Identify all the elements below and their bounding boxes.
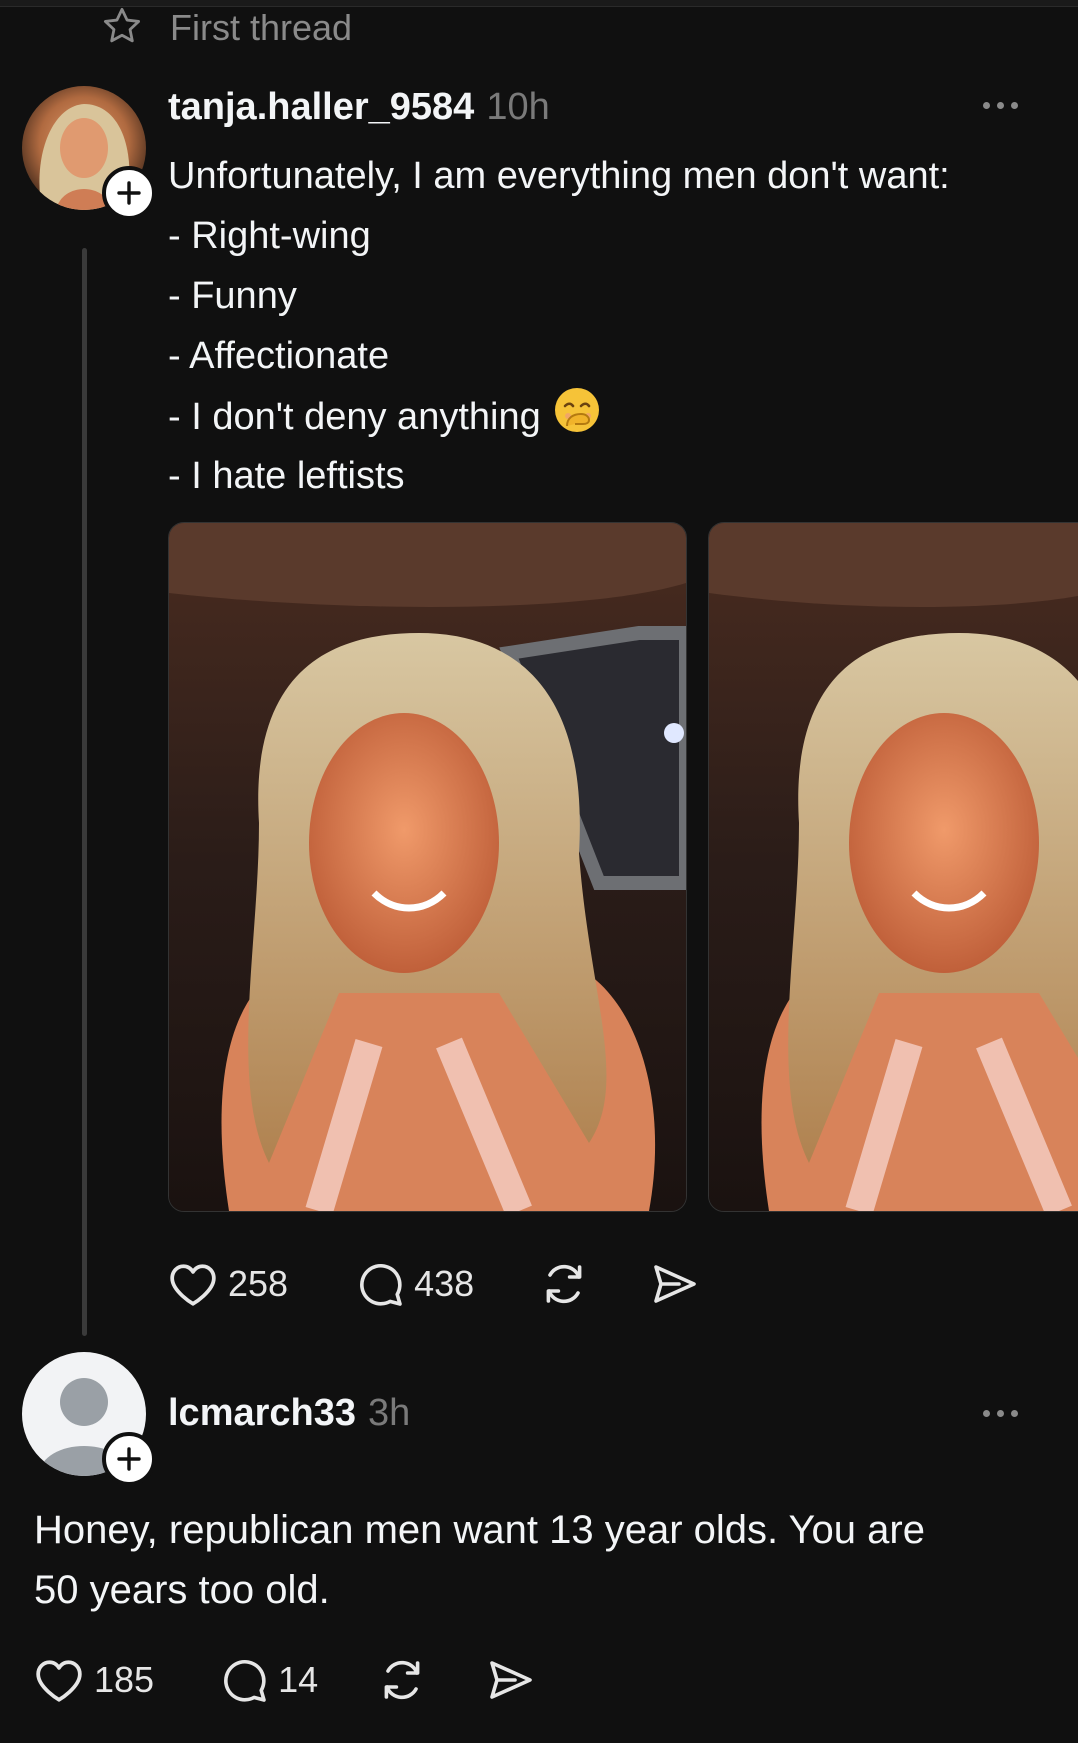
reply-timestamp: 3h (368, 1392, 411, 1434)
reply-repost-button[interactable] (378, 1656, 426, 1704)
like-count: 258 (228, 1263, 289, 1304)
share-icon (490, 1661, 532, 1699)
heart-icon (36, 1660, 82, 1702)
heart-icon (170, 1264, 216, 1306)
post-line: - I hate leftists (168, 455, 405, 497)
post-more-icon[interactable] (983, 102, 1018, 109)
post-photo-2[interactable] (708, 522, 1078, 1212)
post-timestamp: 10h (486, 86, 550, 128)
reply-text: Honey, republican men want 13 year olds.… (34, 1500, 1034, 1620)
post-line: - Right-wing (168, 215, 371, 257)
post-line-with-emoji: - I don't deny anything (168, 386, 950, 446)
like-button[interactable]: 258 (168, 1261, 288, 1307)
follow-reply-author-button[interactable] (102, 1432, 156, 1486)
thread-connector-line (82, 248, 87, 1336)
reply-like-button[interactable]: 185 (34, 1657, 154, 1703)
reply-share-button[interactable] (486, 1657, 534, 1703)
face-with-hand-over-mouth-icon (553, 386, 601, 452)
repost-icon (384, 1660, 420, 1700)
reply-count: 438 (414, 1263, 475, 1304)
post-line: - Funny (168, 275, 297, 317)
repost-icon (546, 1264, 582, 1304)
plus-icon (117, 181, 141, 205)
share-icon (654, 1265, 696, 1303)
reply-header: lcmarch33 3h (168, 1392, 410, 1435)
reply-actions: 185 14 (34, 1656, 534, 1704)
post-line: - Affectionate (168, 335, 390, 377)
reply-button[interactable]: 438 (356, 1260, 474, 1308)
post-header: tanja.haller_9584 10h (168, 86, 550, 129)
repost-button[interactable] (540, 1260, 588, 1308)
post-username[interactable]: tanja.haller_9584 (168, 86, 474, 129)
follow-author-button[interactable] (102, 166, 156, 220)
share-button[interactable] (650, 1261, 698, 1307)
post-line: - I don't deny anything (168, 396, 541, 439)
reply-line: 50 years too old. (34, 1568, 330, 1612)
reply-more-icon[interactable] (983, 1410, 1018, 1417)
post-actions: 258 438 (168, 1260, 698, 1308)
reply-reply-button[interactable]: 14 (220, 1656, 318, 1704)
comment-icon (224, 1659, 266, 1702)
reply-username[interactable]: lcmarch33 (168, 1392, 356, 1435)
reply-like-count: 185 (94, 1659, 155, 1700)
reply-reply-count: 14 (278, 1659, 319, 1700)
post-text: Unfortunately, I am everything men don't… (168, 146, 950, 506)
comment-icon (360, 1263, 402, 1306)
star-icon[interactable] (100, 5, 144, 52)
first-thread-header: First thread (100, 6, 352, 50)
plus-icon (117, 1447, 141, 1471)
reply-line: Honey, republican men want 13 year olds.… (34, 1508, 925, 1552)
post-line: Unfortunately, I am everything men don't… (168, 155, 950, 197)
post-photo-1[interactable] (168, 522, 687, 1212)
first-thread-label: First thread (170, 7, 353, 48)
